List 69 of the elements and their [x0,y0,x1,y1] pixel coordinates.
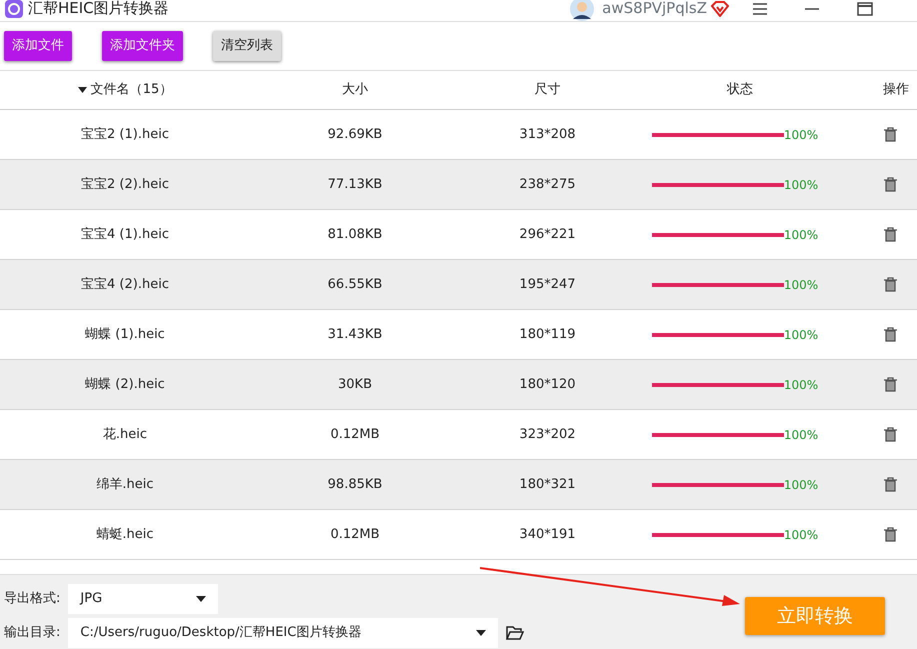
progress-reading: 100% [784,426,818,444]
column-header[interactable]: 状态 [727,80,753,100]
file-size: 92.69KB [328,126,382,142]
column-header[interactable]: 操作 [883,80,909,100]
image-size: 323*202 [519,426,576,442]
file-name: 宝宝4 (2).heic [81,276,169,292]
image-size: 195*247 [519,276,576,292]
file-name: 宝宝4 (1).heic [81,226,169,242]
delete-icon[interactable] [884,477,897,492]
clear-list-button[interactable]: 清空列表 [213,31,281,61]
image-size: 296*221 [519,226,576,242]
delete-icon[interactable] [884,127,897,142]
file-name: 宝宝2 (2).heic [81,176,169,192]
directory-dropdown[interactable]: C:/Users/ruguo/Desktop/汇帮HEIC图片转换器 [68,618,498,648]
file-name: 花.heic [102,426,148,442]
progress-reading: 100% [784,376,818,394]
format-dropdown[interactable]: JPG [68,584,218,614]
image-size: 180*120 [519,376,576,392]
file-size: 31.43KB [328,326,382,342]
column-header[interactable]: 大小 [342,80,368,100]
folder-icon[interactable] [506,626,524,640]
minimize-icon[interactable] [805,6,819,10]
menu-icon[interactable] [753,2,767,14]
file-size: 30KB [338,376,372,392]
directory-label: 输出目录: [4,624,60,642]
image-size: 180*119 [519,326,576,342]
image-size: 340*191 [519,526,576,542]
file-size: 77.13KB [328,176,382,192]
column-header[interactable]: 文件名（15） [90,80,172,100]
format-label: 导出格式: [4,590,60,608]
file-size: 0.12MB [330,426,380,442]
image-size: 180*321 [519,476,576,492]
delete-icon[interactable] [884,227,897,242]
file-size: 0.12MB [330,526,380,542]
column-header[interactable]: 尺寸 [534,80,560,100]
progress-reading: 100% [784,526,818,544]
delete-icon[interactable] [884,327,897,342]
maximize-icon[interactable] [857,2,873,16]
add-folder-button[interactable]: 添加文件夹 [102,31,183,61]
add-file-button[interactable]: 添加文件 [4,31,72,61]
image-size: 313*208 [519,126,576,142]
app-logo-icon [4,0,24,18]
delete-icon[interactable] [884,527,897,542]
file-name: 蝴蝶 (1).heic [85,326,165,342]
window-title: 汇帮HEIC图片转换器 [28,0,169,20]
file-name: 宝宝2 (1).heic [81,126,169,142]
vip-icon [711,0,729,16]
sort-icon[interactable] [78,87,87,93]
delete-icon[interactable] [884,177,897,192]
avatar-icon[interactable] [570,0,594,20]
progress-reading: 100% [784,226,818,244]
file-name: 蜻蜓.heic [96,526,154,542]
caret-icon[interactable] [476,630,486,636]
file-size: 66.55KB [328,276,382,292]
delete-icon[interactable] [884,277,897,292]
image-size: 238*275 [519,176,576,192]
delete-icon[interactable] [884,377,897,392]
progress-reading: 100% [784,126,818,144]
progress-reading: 100% [784,276,818,294]
caret-icon[interactable] [196,596,206,602]
username[interactable]: awS8PVjPqlsZ [602,0,707,20]
delete-icon[interactable] [884,427,897,442]
file-name: 蝴蝶 (2).heic [85,376,165,392]
file-size: 98.85KB [328,476,382,492]
progress-reading: 100% [784,476,818,494]
progress-reading: 100% [784,326,818,344]
file-name: 绵羊.heic [96,476,154,492]
progress-reading: 100% [784,176,818,194]
file-size: 81.08KB [328,226,382,242]
